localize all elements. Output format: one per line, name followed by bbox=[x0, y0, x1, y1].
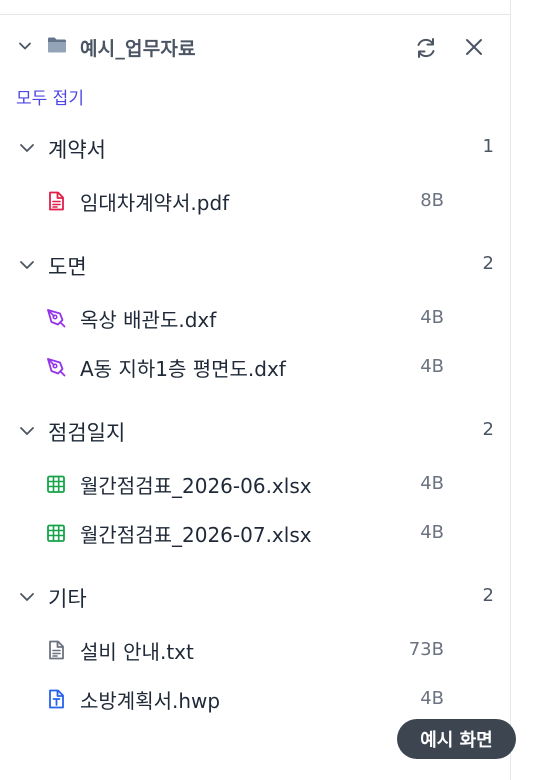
group-header-contracts[interactable]: 계약서 1 bbox=[0, 131, 511, 165]
chevron-down-icon bbox=[20, 261, 34, 269]
pdf-file-icon bbox=[49, 191, 64, 211]
file-size: 4B bbox=[420, 307, 444, 328]
chevron-down-icon bbox=[20, 593, 34, 601]
file-size: 4B bbox=[420, 522, 444, 543]
pen-tool-icon bbox=[47, 309, 66, 328]
group-count: 1 bbox=[482, 136, 494, 157]
group-header-others[interactable]: 기타 2 bbox=[0, 580, 511, 614]
file-item[interactable]: 임대차계약서.pdf 8B bbox=[0, 184, 511, 218]
file-name: 월간점검표_2026-07.xlsx bbox=[80, 523, 312, 547]
file-explorer-panel: 예시_업무자료 모두 접기 계약서 1 임대차계약서.pdf 8B 도면 2 옥… bbox=[0, 0, 511, 780]
example-screen-badge: 예시 화면 bbox=[397, 719, 516, 759]
file-item[interactable]: 월간점검표_2026-06.xlsx 4B bbox=[0, 467, 511, 501]
file-name: 월간점검표_2026-06.xlsx bbox=[80, 474, 312, 498]
top-divider bbox=[0, 14, 511, 15]
group-count: 2 bbox=[482, 253, 494, 274]
spreadsheet-icon bbox=[47, 524, 65, 542]
file-size: 73B bbox=[408, 639, 444, 660]
file-size: 4B bbox=[420, 473, 444, 494]
file-item[interactable]: A동 지하1층 평면도.dxf 4B bbox=[0, 350, 511, 384]
file-name: A동 지하1층 평면도.dxf bbox=[80, 357, 286, 381]
group-header-drawings[interactable]: 도면 2 bbox=[0, 248, 511, 282]
group-name: 기타 bbox=[48, 587, 87, 611]
file-name: 설비 안내.txt bbox=[80, 640, 194, 664]
folder-title: 예시_업무자료 bbox=[80, 38, 196, 60]
text-file-icon bbox=[49, 640, 64, 660]
pen-tool-icon bbox=[47, 358, 66, 377]
file-item[interactable]: 옥상 배관도.dxf 4B bbox=[0, 301, 511, 335]
file-item[interactable]: 설비 안내.txt 73B bbox=[0, 633, 511, 667]
chevron-down-icon[interactable] bbox=[18, 39, 32, 53]
file-size: 4B bbox=[420, 688, 444, 709]
file-name: 소방계획서.hwp bbox=[80, 689, 221, 713]
chevron-down-icon bbox=[20, 427, 34, 435]
group-name: 계약서 bbox=[48, 138, 106, 162]
refresh-icon[interactable] bbox=[413, 35, 439, 61]
group-count: 2 bbox=[482, 585, 494, 606]
group-name: 도면 bbox=[48, 255, 87, 279]
folder-icon bbox=[48, 37, 66, 53]
file-size: 8B bbox=[420, 190, 444, 211]
chevron-down-icon bbox=[20, 144, 34, 152]
group-header-inspection-logs[interactable]: 점검일지 2 bbox=[0, 414, 511, 448]
folder-header[interactable]: 예시_업무자료 bbox=[0, 26, 511, 66]
file-name: 임대차계약서.pdf bbox=[80, 191, 230, 215]
file-item[interactable]: 소방계획서.hwp 4B bbox=[0, 682, 511, 716]
hwp-file-icon bbox=[49, 689, 64, 709]
group-name: 점검일지 bbox=[48, 421, 126, 445]
spreadsheet-icon bbox=[47, 475, 65, 493]
file-item[interactable]: 월간점검표_2026-07.xlsx 4B bbox=[0, 516, 511, 550]
close-icon[interactable] bbox=[462, 35, 486, 59]
file-name: 옥상 배관도.dxf bbox=[80, 308, 217, 332]
collapse-all-link[interactable]: 모두 접기 bbox=[16, 84, 84, 109]
file-size: 4B bbox=[420, 356, 444, 377]
group-count: 2 bbox=[482, 419, 494, 440]
